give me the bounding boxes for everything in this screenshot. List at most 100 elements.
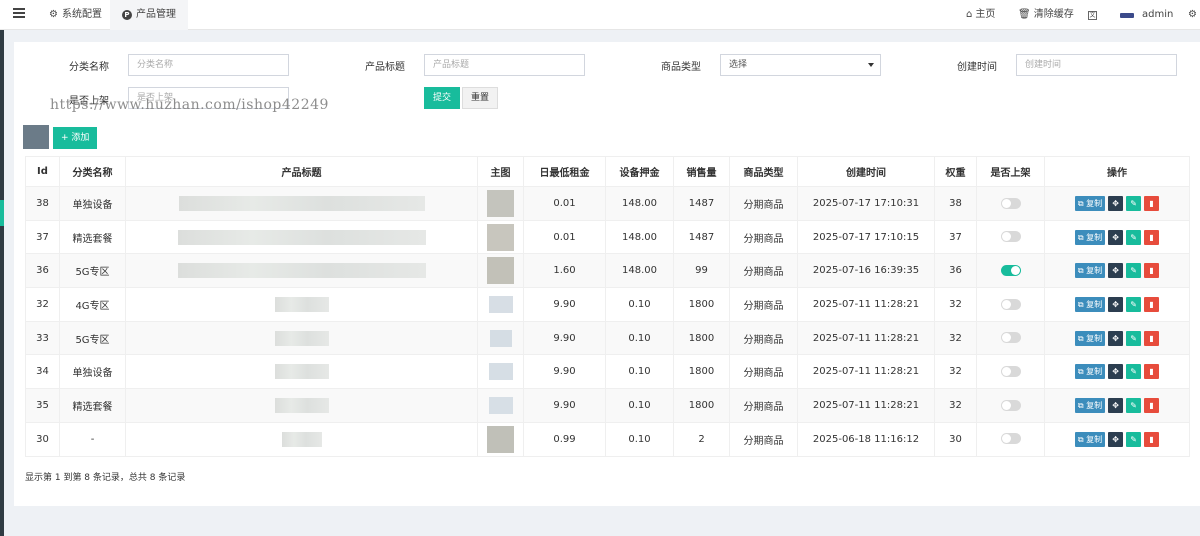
- product-thumbnail[interactable]: [488, 363, 513, 381]
- col-header-type[interactable]: 商品类型: [729, 156, 798, 187]
- filter-category-input[interactable]: 分类名称: [128, 54, 289, 76]
- col-header-id[interactable]: Id: [25, 156, 60, 187]
- edit-button[interactable]: ✎: [1126, 364, 1142, 380]
- menu-toggle-icon[interactable]: [13, 8, 25, 20]
- col-header-sales[interactable]: 销售量: [673, 156, 730, 187]
- listed-toggle[interactable]: [1000, 332, 1021, 344]
- submit-button[interactable]: 提交: [424, 87, 460, 109]
- user-menu[interactable]: admin: [1120, 0, 1173, 30]
- delete-button[interactable]: ▮: [1144, 296, 1160, 312]
- toggle-knob: [1010, 265, 1020, 275]
- col-header-category[interactable]: 分类名称: [59, 156, 126, 187]
- col-header-rent[interactable]: 日最低租金: [523, 156, 606, 187]
- product-thumbnail[interactable]: [487, 425, 514, 453]
- cell-image: [477, 186, 524, 221]
- drag-sort-button[interactable]: ✥: [1108, 296, 1124, 312]
- filter-title-input[interactable]: 产品标题: [424, 54, 585, 76]
- product-thumbnail[interactable]: [488, 295, 513, 313]
- copy-button[interactable]: ⧉ 复制: [1074, 364, 1106, 380]
- copy-button[interactable]: ⧉ 复制: [1074, 296, 1106, 312]
- listed-toggle[interactable]: [1000, 231, 1021, 243]
- copy-button[interactable]: ⧉ 复制: [1074, 397, 1106, 413]
- add-button[interactable]: + 添加: [53, 127, 98, 149]
- product-thumbnail[interactable]: [487, 223, 514, 251]
- filter-type-select[interactable]: 选择: [720, 54, 881, 76]
- drag-sort-button[interactable]: ✥: [1108, 195, 1124, 211]
- table-row: 34 单独设备 9.90 0.10 1800 分期商品 2025-07-11 11:28:2…: [25, 354, 1190, 390]
- delete-button[interactable]: ▮: [1144, 397, 1160, 413]
- delete-button[interactable]: ▮: [1144, 195, 1160, 211]
- drag-sort-button[interactable]: ✥: [1108, 263, 1124, 279]
- pencil-icon: ✎: [1130, 367, 1137, 377]
- clear-cache-link[interactable]: 🗑 清除缓存: [1018, 0, 1074, 30]
- table-row: 32 4G专区 9.90 0.10 1800 分期商品 2025-07-11 11:28:2…: [25, 287, 1190, 322]
- tab-product-management[interactable]: P 产品管理: [110, 0, 188, 30]
- cell-weight: 38: [934, 186, 977, 221]
- col-header-deposit[interactable]: 设备押金: [605, 156, 674, 187]
- listed-toggle[interactable]: [1000, 399, 1021, 411]
- copy-icon: ⧉: [1077, 299, 1084, 309]
- filter-created-input[interactable]: 创建时间: [1016, 54, 1177, 76]
- edit-button[interactable]: ✎: [1126, 263, 1142, 279]
- drag-sort-button[interactable]: ✥: [1108, 397, 1124, 413]
- product-thumbnail[interactable]: [488, 396, 513, 414]
- copy-button[interactable]: ⧉ 复制: [1074, 229, 1106, 245]
- listed-toggle[interactable]: [1000, 433, 1021, 445]
- col-header-created[interactable]: 创建时间: [797, 156, 935, 187]
- listed-toggle[interactable]: [1000, 264, 1021, 276]
- pencil-icon: ✎: [1130, 232, 1137, 242]
- drag-sort-button[interactable]: ✥: [1108, 364, 1124, 380]
- copy-button[interactable]: ⧉ 复制: [1074, 330, 1106, 346]
- redacted-title: [274, 364, 329, 380]
- drag-sort-button[interactable]: ✥: [1108, 229, 1124, 245]
- listed-toggle[interactable]: [1000, 197, 1021, 209]
- col-header-listed[interactable]: 是否上架: [976, 156, 1045, 187]
- cell-created: 2025-07-16 16:39:35: [797, 253, 935, 289]
- product-thumbnail[interactable]: [487, 189, 514, 217]
- cell-weight: 37: [934, 219, 977, 255]
- top-navbar: ⚙ 系统配置 P 产品管理 ⌂ 主页 🗑 清除缓存 文 admin ⚙: [0, 0, 1200, 30]
- edit-button[interactable]: ✎: [1126, 229, 1142, 245]
- cell-type: 分期商品: [729, 219, 798, 255]
- copy-icon: ⧉: [1077, 333, 1084, 343]
- listed-toggle[interactable]: [1000, 298, 1021, 310]
- settings-icon[interactable]: ⚙: [1188, 0, 1197, 30]
- move-icon: ✥: [1112, 198, 1119, 208]
- listed-toggle[interactable]: [1000, 366, 1021, 378]
- product-thumbnail[interactable]: [489, 329, 512, 347]
- refresh-button[interactable]: [23, 125, 49, 149]
- copy-button[interactable]: ⧉ 复制: [1074, 431, 1106, 447]
- cell-actions: ⧉ 复制 ✥ ✎ ▮: [1044, 354, 1190, 390]
- col-header-weight[interactable]: 权重: [934, 156, 977, 187]
- cell-rent: 1.60: [523, 253, 606, 289]
- delete-button[interactable]: ▮: [1144, 229, 1160, 245]
- delete-button[interactable]: ▮: [1144, 431, 1160, 447]
- drag-sort-button[interactable]: ✥: [1108, 431, 1124, 447]
- tab-system-config[interactable]: ⚙ 系统配置: [37, 0, 114, 30]
- delete-button[interactable]: ▮: [1144, 364, 1160, 380]
- home-link[interactable]: ⌂ 主页: [966, 0, 995, 30]
- edit-button[interactable]: ✎: [1126, 431, 1142, 447]
- edit-button[interactable]: ✎: [1126, 195, 1142, 211]
- delete-button[interactable]: ▮: [1144, 330, 1160, 346]
- edit-button[interactable]: ✎: [1126, 296, 1142, 312]
- drag-sort-button[interactable]: ✥: [1108, 330, 1124, 346]
- reset-button[interactable]: 重置: [462, 87, 498, 109]
- copy-button[interactable]: ⧉ 复制: [1074, 195, 1106, 211]
- cell-created: 2025-07-11 11:28:21: [797, 320, 935, 356]
- col-header-image[interactable]: 主图: [477, 156, 524, 187]
- clear-cache-label: 清除缓存: [1033, 9, 1074, 20]
- pencil-icon: ✎: [1130, 299, 1137, 309]
- edit-button[interactable]: ✎: [1126, 330, 1142, 346]
- main-panel: 分类名称 分类名称 产品标题 产品标题 商品类型 选择 创建时间 创建时间 是否…: [14, 42, 1200, 506]
- language-toggle[interactable]: 文: [1088, 0, 1097, 30]
- redacted-title: [274, 296, 329, 312]
- product-thumbnail[interactable]: [487, 257, 514, 285]
- delete-button[interactable]: ▮: [1144, 263, 1160, 279]
- cell-type: 分期商品: [729, 421, 798, 457]
- filter-type-value: 选择: [729, 60, 748, 70]
- table-body: 38 单独设备 0.01 148.00 1487 分期商品 2025-07-17 17:10…: [25, 186, 1190, 457]
- copy-button[interactable]: ⧉ 复制: [1074, 263, 1106, 279]
- edit-button[interactable]: ✎: [1126, 397, 1142, 413]
- col-header-title[interactable]: 产品标题: [125, 156, 478, 187]
